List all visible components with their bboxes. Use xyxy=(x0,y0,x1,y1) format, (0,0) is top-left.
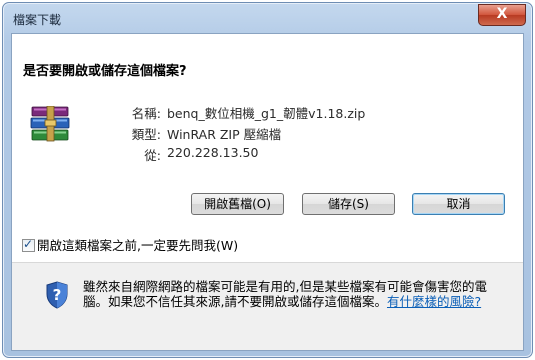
close-button[interactable]: X xyxy=(478,4,526,26)
cancel-button[interactable]: 取消 xyxy=(412,193,505,215)
shield-question-icon: ? xyxy=(46,281,68,309)
winrar-archive-icon xyxy=(30,106,70,142)
file-name-value: benq_數位相機_g1_韌體v1.18.zip xyxy=(167,106,366,121)
file-type-row: 類型: WinRAR ZIP 壓縮檔 xyxy=(91,124,511,142)
dialog-content: 是否要開啟或儲存這個檔案? 名稱: benq_數位相機_g1_韌體v1.18.z… xyxy=(11,33,524,351)
file-type-label: 類型: xyxy=(131,127,161,142)
svg-text:?: ? xyxy=(53,286,62,304)
file-download-dialog: 檔案下載 X 是否要開啟或儲存這個檔案? 名稱: benq_數位相機_g1_韌體… xyxy=(2,2,533,358)
checkmark-icon: ✓ xyxy=(23,237,34,251)
window-title: 檔案下載 xyxy=(13,13,62,27)
file-name-row: 名稱: benq_數位相機_g1_韌體v1.18.zip xyxy=(91,103,511,121)
file-name-label: 名稱: xyxy=(131,106,161,121)
title-bar[interactable]: 檔案下載 X xyxy=(3,3,532,33)
save-button[interactable]: 儲存(S) xyxy=(302,193,395,215)
risk-info-link[interactable]: 有什麼樣的風險? xyxy=(387,294,481,309)
always-ask-option[interactable]: ✓ 開啟這類檔案之前,一定要先問我(W) xyxy=(22,235,238,254)
always-ask-label: 開啟這類檔案之前,一定要先問我(W) xyxy=(37,238,239,253)
security-footer: ? 雖然來自網際網路的檔案可能是有用的,但是某些檔案有可能會傷害您的電腦。如果您… xyxy=(12,263,523,350)
file-source-label: 從: xyxy=(144,148,161,163)
always-ask-checkbox[interactable]: ✓ xyxy=(22,237,35,252)
file-source-row: 從: 220.228.13.50 xyxy=(91,145,511,163)
file-source-value: 220.228.13.50 xyxy=(167,145,259,160)
security-warning: 雖然來自網際網路的檔案可能是有用的,但是某些檔案有可能會傷害您的電腦。如果您不信… xyxy=(83,279,503,309)
dialog-headline: 是否要開啟或儲存這個檔案? xyxy=(23,64,187,79)
open-button[interactable]: 開啟舊檔(O) xyxy=(191,193,284,215)
file-type-value: WinRAR ZIP 壓縮檔 xyxy=(167,127,282,142)
